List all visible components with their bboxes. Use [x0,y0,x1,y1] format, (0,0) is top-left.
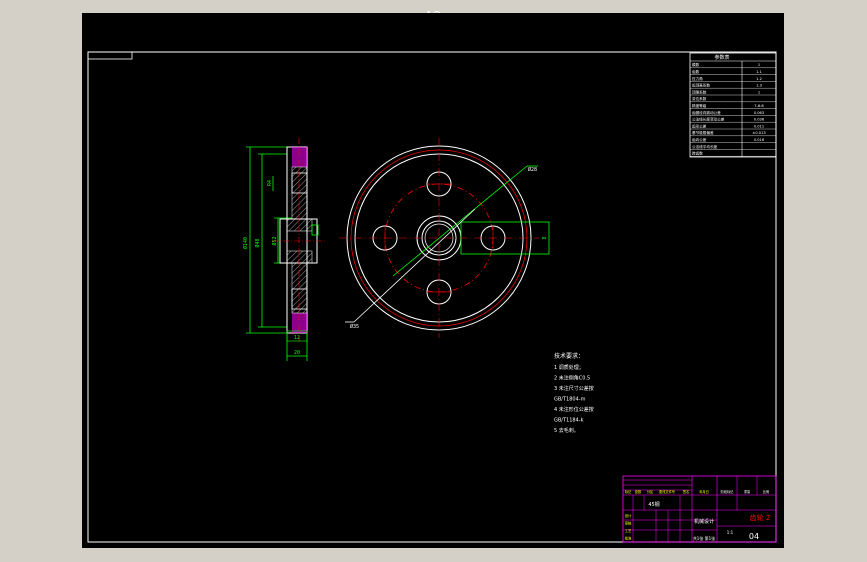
param-name: 变位系数 [692,96,707,101]
tech-note-item: 4 未注形位公差按 [554,406,594,413]
tb-material: 45钢 [648,501,659,508]
tb-col: 重量 [744,489,751,494]
parameters-table: 参数表 模数 1 齿数 1.1 压力角 1.2 齿顶高系数 1.3 顶隙系数 1 变位系数精度等级 7… [689,52,777,158]
parameters-table-header: 参数表 [714,54,729,61]
tb-sheet: 共1张 第1张 [693,535,715,541]
tb-col: 阶段标记 [721,489,735,494]
param-value: 1 [758,90,760,94]
param-value: 0.036 [754,118,765,122]
tb-header: 年月日 [699,489,709,494]
tech-note-item: 2 未注倒角C0.5 [554,375,590,382]
tb-role: 审核 [625,521,632,526]
dim-hub-width: 12 [294,335,300,341]
param-value: 0.016 [754,138,765,142]
param-value: ±0.013 [752,131,765,135]
tech-note-item: 5 去毛刺。 [554,427,579,434]
corner-tab [87,51,133,60]
param-name: 公法线长度变动公差 [692,117,725,122]
param-name: 模数 [692,62,700,67]
tech-note-item: 3 未注尺寸公差按 [554,385,594,392]
param-value: 7-6-6 [754,104,764,108]
bore-callout: Ø35 [350,323,359,330]
tech-note-item: GB/T1804-m [554,397,586,403]
tb-scale: 1:1 [727,530,734,535]
param-value: 1.3 [756,84,762,88]
param-name: 齿数 [692,69,700,74]
tb-part-name: 齿轮 2 [750,513,771,522]
tb-header: 分区 [647,489,654,494]
tech-note-item: GB/T1184-k [554,418,584,424]
tb-role: 批准 [625,536,632,541]
tb-header: 处数 [635,489,642,494]
param-value: 0.011 [754,124,764,128]
tb-header: 更改文件号 [659,489,675,494]
param-name: 基节极限偏差 [692,130,714,135]
side-section-view: Ø140 Ø48 R4 Ø52 20 12 [242,138,327,361]
cad-drawing: 参数表 模数 1 齿数 1.1 压力角 1.2 齿顶高系数 1.3 顶隙系数 1 变位系数精度等级 7… [87,51,777,543]
tb-col: 比例 [763,489,769,494]
param-name: 顶隙系数 [692,89,707,94]
param-name: 压力角 [692,76,703,81]
param-name: 跨齿数 [692,151,703,156]
tech-notes-title: 技术要求： [554,352,584,360]
param-value: 1.1 [756,70,762,74]
dim-keyway: 8 [542,236,548,239]
tb-header: 签名 [683,489,689,494]
dim-slot-dia: Ø48 [254,238,261,247]
dim-face-width: 20 [294,350,300,356]
drawing-canvas: 参数表 模数 1 齿数 1.1 压力角 1.2 齿顶高系数 1.3 顶隙系数 1 变位系数精度等级 7… [82,13,784,548]
tb-role: 设计 [625,513,632,518]
tb-role: 工艺 [625,528,632,533]
param-name: 齿向公差 [692,137,707,142]
title-block: 标记 处数 分区 更改文件号 签名 年月日 阶段标记 重量 比例 设计审核工艺批准 45钢 齿轮… [622,475,777,543]
dim-outer-dia: Ø140 [242,237,249,249]
param-name: 齿圈径向跳动公差 [692,110,721,115]
param-name: 齿顶高系数 [692,83,710,88]
tech-note-item: 1 调质处理； [554,364,584,371]
param-name: 精度等级 [692,103,707,108]
param-value: 0.063 [754,111,764,115]
pitch-callout: Ø28 [528,166,537,173]
param-value: 1 [758,63,760,67]
param-name: 齿形公差 [692,123,707,128]
outer-border [87,51,777,543]
param-value: 1.2 [756,77,762,81]
param-name: 公法线平均长度 [692,144,718,149]
tb-drawing-no: 04 [749,532,759,541]
tb-header: 标记 [625,489,632,494]
tb-school: 机械设计 [694,518,714,525]
tech-notes: 技术要求： 1 调质处理； 2 未注倒角C0.5 3 未注尺寸公差按 GB/T1804… [554,352,594,434]
dim-radius: R4 [267,180,273,186]
front-view: 8 Ø28 Ø35 [339,138,550,338]
